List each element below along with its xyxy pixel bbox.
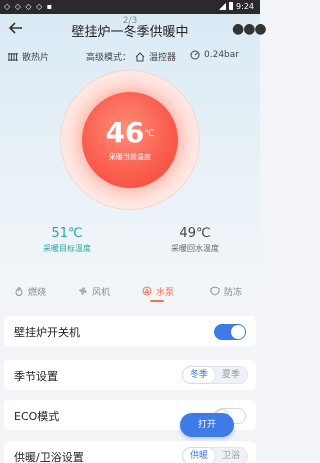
- return-temp-stat: 49℃ 采暖回水温度: [150, 226, 240, 254]
- flame-icon: [15, 286, 23, 296]
- tab-active-indicator: [150, 300, 164, 302]
- battery-icon: [229, 2, 234, 10]
- tab-antifreeze-label: 防冻: [224, 287, 243, 298]
- heating-option-heat[interactable]: 供暖: [182, 448, 215, 463]
- target-temp-value: 51℃: [51, 226, 83, 241]
- radiator-icon: [8, 52, 18, 61]
- target-temp-label: 采暖目标温度: [43, 244, 91, 253]
- header: 2/3 壁挂炉一冬季供暖中 ●●●: [0, 14, 267, 46]
- pressure-gauge-icon: [190, 50, 200, 60]
- season-option-summer[interactable]: 夏季: [215, 367, 247, 383]
- tab-pump-label: 水泵: [156, 287, 175, 298]
- tab-combustion[interactable]: 燃烧: [14, 280, 46, 302]
- signal-icon: [219, 3, 227, 10]
- thermostat-label: 温控器: [149, 53, 177, 63]
- page-title: 壁挂炉一冬季供暖中: [71, 25, 189, 40]
- tab-fan[interactable]: 风机: [78, 280, 110, 302]
- status-right: 9:24: [219, 2, 254, 11]
- temperature-gauge: 46℃ 采暖当前温度: [60, 70, 200, 210]
- power-toggle-knob: [231, 325, 245, 339]
- mode-info: 高级模式： 温控器: [86, 50, 176, 63]
- season-selector: 冬季 夏季: [181, 366, 248, 384]
- component-tabs: 燃烧 风机 水泵 防冻: [0, 280, 260, 302]
- tab-pump[interactable]: 水泵: [142, 280, 174, 302]
- current-temp: 46℃: [82, 116, 178, 149]
- tab-fan-label: 风机: [92, 287, 111, 298]
- radiator-info: 散热片: [8, 50, 49, 63]
- open-button[interactable]: 打开: [180, 413, 234, 437]
- temp-unit: ℃: [144, 129, 155, 139]
- status-time: 9:24: [236, 2, 254, 11]
- mode-label: 高级模式：: [86, 53, 132, 63]
- status-icons: ◇ ◇ ◇ ◇ ▪: [4, 2, 54, 11]
- return-temp-label: 采暖回水温度: [171, 244, 219, 253]
- target-temp-stat: 51℃ 采暖目标温度: [22, 226, 112, 254]
- eco-label: ECO模式: [14, 410, 60, 423]
- tab-antifreeze[interactable]: 防冻: [210, 280, 242, 302]
- current-temp-value: 46: [105, 116, 145, 149]
- return-temp-value: 49℃: [179, 226, 211, 241]
- power-toggle[interactable]: [214, 324, 246, 340]
- heating-selector: 供暖 卫浴: [181, 447, 248, 463]
- power-row: 壁挂炉开关机: [4, 316, 256, 346]
- tab-combustion-label: 燃烧: [28, 287, 47, 298]
- pump-icon: [142, 286, 152, 296]
- season-option-winter[interactable]: 冬季: [182, 367, 215, 383]
- radiator-label: 散热片: [22, 53, 50, 63]
- heating-row: 供暖/卫浴设置 供暖 卫浴: [4, 441, 256, 463]
- season-label: 季节设置: [14, 370, 58, 383]
- more-icon[interactable]: ●●●: [232, 20, 267, 38]
- info-bar: 散热片 高级模式： 温控器 0.24bar: [0, 50, 260, 66]
- heating-label: 供暖/卫浴设置: [14, 451, 84, 463]
- heating-option-bath[interactable]: 卫浴: [215, 448, 247, 463]
- season-row: 季节设置 冬季 夏季: [4, 360, 256, 390]
- status-bar: ◇ ◇ ◇ ◇ ▪ 9:24: [0, 0, 260, 14]
- home-icon: [135, 51, 145, 61]
- current-temp-label: 采暖当前温度: [109, 153, 151, 161]
- power-label: 壁挂炉开关机: [14, 326, 80, 339]
- pressure-value: 0.24bar: [204, 50, 239, 60]
- shield-icon: [210, 286, 220, 296]
- fan-icon: [79, 287, 87, 295]
- gauge-core: 46℃ 采暖当前温度: [82, 92, 178, 188]
- pressure-info: 0.24bar: [190, 50, 239, 60]
